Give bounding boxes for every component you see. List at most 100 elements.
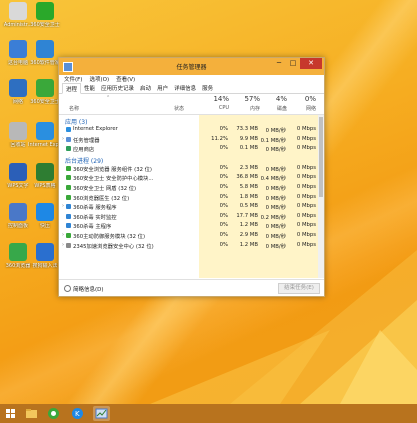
desktop-icon-label: WPS表格 [34,183,56,189]
process-mem-value: 2.3 MB [239,164,258,171]
desktop-icon[interactable]: 360安全卫士 [28,2,62,28]
column-header: ⌃ 名称 状态 14% CPU 57% 内存 4% 磁盘 0% 网络 [59,94,324,115]
desktop-icon-label: Internet Explorer [28,142,62,148]
process-mem-value: 36.8 MB [236,174,258,181]
cpu-usage-total[interactable]: 14% [203,95,229,103]
process-list: 应用 (3) Internet Explorer 0% 73.3 MB 0 MB/秒 0 … [59,115,324,278]
minimize-button[interactable]: ─ [272,58,286,69]
process-disk-value: 0.1 MB/秒 [260,137,286,144]
task-manager-icon [66,136,71,142]
disk-column-header[interactable]: 磁盘 [261,105,287,112]
kuaiya-taskbar-button[interactable]: K [70,406,85,421]
taskbar: K [0,404,417,423]
process-disk-value: 0.4 MB/秒 [260,176,286,183]
360-icon [66,204,71,210]
process-row[interactable]: › 360杀毒 服务程序 0% 0.5 MB 0 MB/秒 0 Mbps [59,202,324,212]
close-button[interactable]: ✕ [300,58,322,69]
process-row[interactable]: 360杀毒 主程序 0% 1.2 MB 0 MB/秒 0 Mbps [59,221,324,231]
desktop-icon[interactable]: 搜狗输入法 [28,243,62,269]
process-row[interactable]: 360安全浏览器 服务组件 (32 位) 0% 2.3 MB 0 MB/秒 0 Mbps [59,164,324,174]
process-mem-value: 1.2 MB [239,222,258,229]
menu-file[interactable]: 文件(F) [64,75,82,83]
name-column-header[interactable]: 名称 [69,105,79,112]
menu-view[interactable]: 查看(V) [116,75,135,83]
expand-chevron-icon[interactable]: › [62,232,64,238]
process-row[interactable]: 360安全卫士 网盾 (32 位) 0% 5.8 MB 0 MB/秒 0 Mbps [59,183,324,193]
360-browser-taskbar-button[interactable] [46,406,61,421]
kuaiya-icon [36,203,54,221]
wps-writer-icon [9,163,27,181]
process-cpu-value: 0% [219,174,228,181]
process-group-header[interactable]: 后台进程 (29) [59,154,324,165]
recycle-bin-icon [9,122,27,140]
desktop-icon[interactable]: Internet Explorer [28,122,62,148]
kuaiya-icon: K [72,408,83,419]
memory-column-header[interactable]: 内存 [230,105,260,112]
process-row[interactable]: 应用商店 0% 0.1 MB 0 MB/秒 0 Mbps [59,144,324,154]
task-manager-taskbar-button[interactable] [93,406,110,421]
process-net-value: 0 Mbps [296,135,316,142]
task-manager-window: 任务管理器 ─ □ ✕ 文件(F) 选项(O) 查看(V) 进程 性能 应用历史… [58,57,325,297]
process-group-header[interactable]: 应用 (3) [59,115,324,126]
desktop-icon[interactable]: 360软件管家 [28,40,62,66]
360-icon [66,223,71,229]
expand-chevron-icon[interactable]: › [62,203,64,209]
process-name: 360主动防御服务模块 (32 位) [73,233,146,240]
menu-options[interactable]: 选项(O) [89,75,109,83]
process-cpu-value: 0% [219,222,228,229]
expand-chevron-icon[interactable]: › [62,242,64,248]
process-row[interactable]: › 2345加速浏览器安全中心 (32 位) 0% 1.2 MB 0 MB/秒 0 Mbp… [59,241,324,251]
file-explorer-taskbar-button[interactable] [24,406,39,421]
ie-icon [36,122,54,140]
status-column-header[interactable]: 状态 [174,105,184,112]
tab-details[interactable]: 详细信息 [171,83,199,93]
title-bar[interactable]: 任务管理器 ─ □ ✕ [59,58,324,75]
process-row[interactable]: › 任务管理器 11.2% 9.9 MB 0.1 MB/秒 0 Mbps [59,135,324,145]
start-button[interactable] [3,406,18,421]
network-icon [9,79,27,97]
windows-logo-icon [6,409,15,418]
process-row[interactable]: 360浏览器医生 (32 位) 0% 1.8 MB 0 MB/秒 0 Mbps [59,193,324,203]
tab-startup[interactable]: 启动 [137,83,154,93]
memory-usage-total[interactable]: 57% [230,95,260,103]
tab-performance[interactable]: 性能 [81,83,98,93]
360-icon [66,165,71,171]
tab-users[interactable]: 用户 [154,83,171,93]
process-cpu-value: 0% [219,212,228,219]
process-net-value: 0 Mbps [296,222,316,229]
process-row[interactable]: › 360主动防御服务模块 (32 位) 0% 2.9 MB 0 MB/秒 0 Mbps [59,231,324,241]
process-name: 360安全浏览器 服务组件 (32 位) [73,166,153,173]
desktop-icon[interactable]: WPS表格 [28,163,62,189]
process-name: Internet Explorer [73,126,118,132]
process-mem-value: 0.5 MB [239,203,258,210]
tab-services[interactable]: 服务 [199,83,216,93]
360-icon [66,184,71,190]
process-disk-value: 0 MB/秒 [265,166,286,173]
process-net-value: 0 Mbps [296,164,316,171]
process-row[interactable]: 360安全卫士 安全防护中心模块... 0% 36.8 MB 0.4 MB/秒 0 Mb… [59,173,324,183]
360-icon [66,232,71,238]
network-usage-total[interactable]: 0% [290,95,316,103]
end-task-button[interactable]: 结束任务(E) [278,283,320,294]
fewer-details-link[interactable]: 简略信息(D) [64,285,104,293]
tab-app-history[interactable]: 应用历史记录 [98,83,137,93]
maximize-button[interactable]: □ [286,58,300,69]
process-disk-value: 0 MB/秒 [265,147,286,154]
desktop-icon[interactable]: 360安全卫士 [28,79,62,105]
expand-chevron-icon[interactable]: › [62,136,64,142]
process-mem-value: 1.8 MB [239,193,258,200]
process-net-value: 0 Mbps [296,145,316,152]
sogou-icon [36,243,54,261]
desktop-icon[interactable]: 快压 [28,203,62,229]
tab-processes[interactable]: 进程 [62,83,82,94]
process-disk-value: 0 MB/秒 [265,205,286,212]
process-row[interactable]: 360杀毒 实时监控 0% 17.7 MB 0.2 MB/秒 0 Mbps [59,212,324,222]
process-mem-value: 2.9 MB [239,231,258,238]
process-disk-value: 0 MB/秒 [265,233,286,240]
process-row[interactable]: Internet Explorer 0% 73.3 MB 0 MB/秒 0 Mbps [59,125,324,135]
disk-usage-total[interactable]: 4% [261,95,287,103]
process-net-value: 0 Mbps [296,231,316,238]
network-column-header[interactable]: 网络 [290,105,316,112]
process-cpu-value: 0% [219,203,228,210]
cpu-column-header[interactable]: CPU [203,105,229,111]
